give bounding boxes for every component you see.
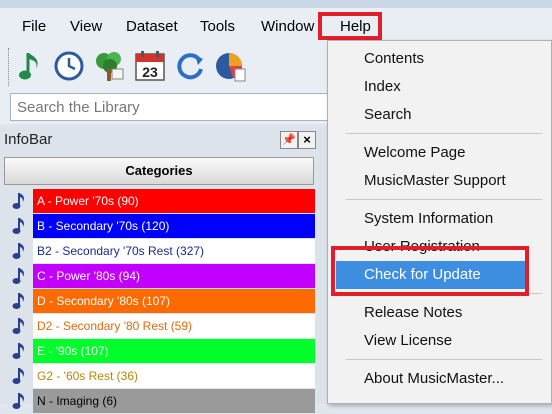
check-update-annotation-box	[331, 246, 529, 296]
pin-icon[interactable]: 📌	[280, 131, 298, 149]
menu-item-musicmaster-support[interactable]: MusicMaster Support	[328, 167, 551, 195]
toolbar-grip	[8, 48, 11, 86]
category-row[interactable]: D - Secondary '80s (107)	[4, 289, 316, 314]
search-input[interactable]	[10, 93, 330, 121]
help-annotation-box	[318, 12, 382, 40]
menu-separator	[346, 359, 542, 360]
menu-item-contents[interactable]: Contents	[328, 45, 551, 73]
category-row[interactable]: C - Power '80s (94)	[4, 264, 316, 289]
music-note-icon	[10, 241, 28, 261]
help-menu-dropdown: Contents Index Search Welcome Page MusicMast…	[327, 40, 552, 404]
menu-dataset[interactable]: Dataset	[126, 18, 178, 35]
category-label: C - Power '80s (94)	[33, 264, 315, 288]
pie-chart-icon[interactable]	[213, 49, 247, 83]
calendar-icon[interactable]: 23	[133, 49, 167, 83]
infobar-title: InfoBar	[4, 131, 53, 148]
menu-window[interactable]: Window	[261, 18, 314, 35]
category-label: D2 - Secondary '80 Rest (59)	[33, 314, 315, 338]
window-title-strip	[0, 0, 552, 8]
category-row[interactable]: A - Power '70s (90)	[4, 189, 316, 214]
category-list: A - Power '70s (90) B - Secondary '70s (1…	[4, 189, 316, 414]
category-row[interactable]: B2 - Secondary '70s Rest (327)	[4, 239, 316, 264]
menu-view[interactable]: View	[70, 18, 102, 35]
infobar-panel: InfoBar 📌 × Categories A - Power '70s (9…	[0, 127, 329, 413]
category-label: D - Secondary '80s (107)	[33, 289, 315, 313]
music-note-icon	[10, 191, 28, 211]
menu-item-system-information[interactable]: System Information	[328, 205, 551, 233]
close-icon[interactable]: ×	[298, 131, 316, 149]
clock-icon[interactable]	[52, 49, 86, 83]
category-label: B2 - Secondary '70s Rest (327)	[33, 239, 315, 263]
category-label: B - Secondary '70s (120)	[33, 214, 315, 238]
category-label: E - '90s (107)	[33, 339, 315, 363]
menu-separator	[346, 133, 542, 134]
music-note-icon	[10, 366, 28, 386]
music-note-icon[interactable]	[16, 49, 50, 83]
refresh-icon[interactable]	[173, 49, 207, 83]
menu-separator	[346, 199, 542, 200]
music-note-icon	[10, 266, 28, 286]
svg-text:23: 23	[142, 64, 158, 80]
music-note-icon	[10, 216, 28, 236]
category-row[interactable]: E - '90s (107)	[4, 339, 316, 364]
music-note-icon	[10, 291, 28, 311]
category-label: G2 - '60s Rest (36)	[33, 364, 315, 388]
category-row[interactable]: B - Secondary '70s (120)	[4, 214, 316, 239]
menu-item-about-musicmaster[interactable]: About MusicMaster...	[328, 365, 551, 393]
menu-item-welcome-page[interactable]: Welcome Page	[328, 139, 551, 167]
categories-header[interactable]: Categories	[4, 157, 314, 185]
menu-item-release-notes[interactable]: Release Notes	[328, 299, 551, 327]
category-row[interactable]: N - Imaging (6)	[4, 389, 316, 414]
category-label: N - Imaging (6)	[33, 389, 315, 413]
category-row[interactable]: D2 - Secondary '80 Rest (59)	[4, 314, 316, 339]
music-note-icon	[10, 391, 28, 411]
menu-file[interactable]: File	[22, 18, 46, 35]
music-note-icon	[10, 316, 28, 336]
music-note-icon	[10, 341, 28, 361]
menu-item-index[interactable]: Index	[328, 73, 551, 101]
menu-item-view-license[interactable]: View License	[328, 327, 551, 355]
menu-item-search[interactable]: Search	[328, 101, 551, 129]
tree-icon[interactable]	[92, 49, 126, 83]
menu-tools[interactable]: Tools	[200, 18, 235, 35]
category-label: A - Power '70s (90)	[33, 189, 315, 213]
category-row[interactable]: G2 - '60s Rest (36)	[4, 364, 316, 389]
